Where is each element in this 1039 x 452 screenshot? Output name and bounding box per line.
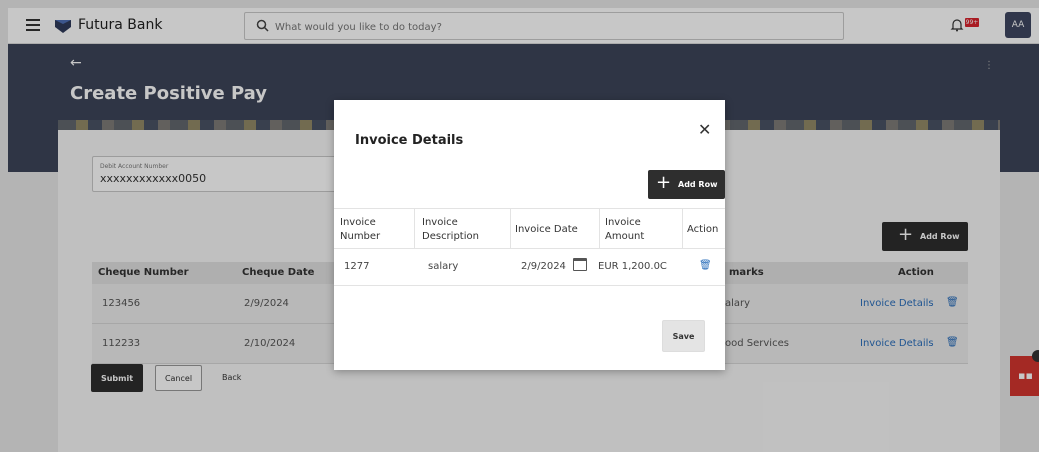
invoice-date-value[interactable]: 2/9/2024: [521, 261, 569, 272]
col-invoice-description: Invoice Description: [422, 217, 479, 242]
calendar-icon[interactable]: [573, 258, 587, 271]
column-divider: [599, 209, 600, 249]
column-divider: [510, 209, 511, 249]
column-divider: [682, 209, 683, 249]
plus-icon: +: [656, 172, 672, 193]
invoice-number-value[interactable]: 1277: [344, 261, 369, 272]
col-action: Action: [687, 224, 719, 235]
close-icon[interactable]: ✕: [698, 120, 711, 139]
invoice-details-modal: Invoice Details ✕ + Add Row Invoice Numb…: [334, 100, 725, 370]
column-divider: [414, 209, 415, 249]
col-invoice-amount: Invoice Amount: [605, 217, 645, 242]
invoice-row: 1277 salary 2/9/2024 EUR 1,200.0C 🗑: [334, 248, 725, 286]
invoice-description-value[interactable]: salary: [428, 261, 458, 272]
invoice-amount-value[interactable]: EUR 1,200.0C: [598, 261, 676, 272]
save-button[interactable]: Save: [662, 320, 705, 352]
col-invoice-number: Invoice Number: [340, 217, 381, 242]
modal-title: Invoice Details: [355, 133, 464, 148]
invoice-table-header: Invoice Number Invoice Description Invoi…: [334, 208, 725, 249]
add-row-label: Add Row: [678, 180, 718, 189]
col-invoice-date: Invoice Date: [515, 224, 578, 235]
delete-icon[interactable]: 🗑: [699, 260, 712, 271]
modal-add-row-button[interactable]: + Add Row: [648, 170, 725, 199]
